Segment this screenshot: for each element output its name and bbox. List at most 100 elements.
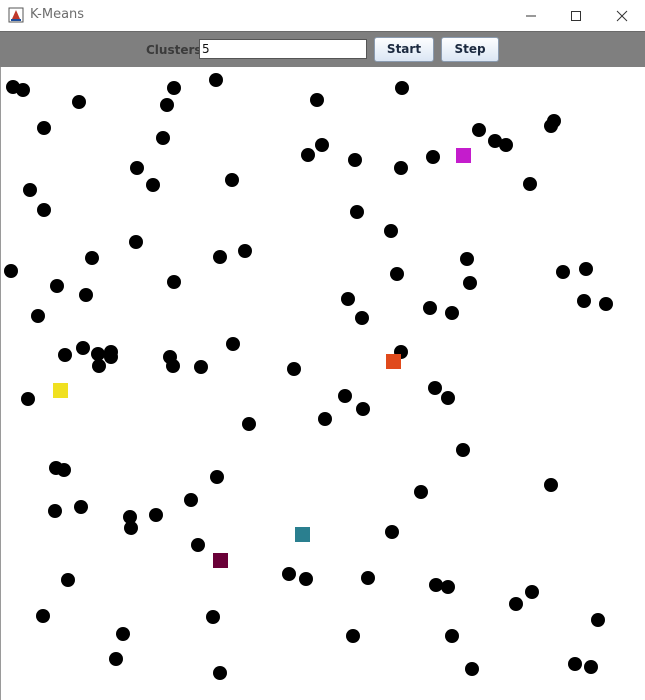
data-point [441, 580, 455, 594]
data-point [206, 610, 220, 624]
close-icon [616, 10, 628, 22]
data-point [310, 93, 324, 107]
centroid-marker [456, 148, 471, 163]
data-point [57, 463, 71, 477]
plot-canvas[interactable] [0, 67, 645, 700]
data-point [414, 485, 428, 499]
data-point [287, 362, 301, 376]
data-point [21, 392, 35, 406]
data-point [384, 224, 398, 238]
data-point [445, 306, 459, 320]
data-point [72, 95, 86, 109]
data-point [547, 114, 561, 128]
data-point [460, 252, 474, 266]
data-point [36, 609, 50, 623]
data-point [463, 276, 477, 290]
data-point [149, 508, 163, 522]
data-point [556, 265, 570, 279]
data-point [209, 73, 223, 87]
data-point [350, 205, 364, 219]
data-point [160, 98, 174, 112]
data-point [184, 493, 198, 507]
data-point [568, 657, 582, 671]
centroid-marker [213, 553, 228, 568]
data-point [130, 161, 144, 175]
data-point [85, 251, 99, 265]
data-point [577, 294, 591, 308]
data-point [91, 347, 105, 361]
step-button[interactable]: Step [441, 37, 499, 62]
data-point [346, 629, 360, 643]
data-point [338, 389, 352, 403]
title-bar: K-Means [0, 0, 645, 31]
data-point [124, 521, 138, 535]
toolbar: Clusters Start Step [0, 31, 645, 67]
data-point [465, 662, 479, 676]
data-point [428, 381, 442, 395]
data-point [356, 402, 370, 416]
data-point [242, 417, 256, 431]
maximize-icon [571, 11, 581, 21]
data-point [579, 262, 593, 276]
data-point [213, 250, 227, 264]
data-point [591, 613, 605, 627]
data-point [146, 178, 160, 192]
data-point [50, 279, 64, 293]
data-point [194, 360, 208, 374]
data-point [109, 652, 123, 666]
centroid-marker [386, 354, 401, 369]
data-point [426, 150, 440, 164]
data-point [61, 573, 75, 587]
data-point [315, 138, 329, 152]
java-app-icon [8, 7, 24, 23]
data-point [423, 301, 437, 315]
data-point [472, 123, 486, 137]
data-point [301, 148, 315, 162]
data-point [348, 153, 362, 167]
data-point [361, 571, 375, 585]
clusters-label: Clusters [146, 43, 202, 57]
maximize-button[interactable] [553, 0, 599, 31]
data-point [23, 183, 37, 197]
data-point [79, 288, 93, 302]
data-point [48, 504, 62, 518]
data-point [385, 525, 399, 539]
data-point [167, 81, 181, 95]
data-point [37, 121, 51, 135]
data-point [299, 572, 313, 586]
data-point [341, 292, 355, 306]
data-point [116, 627, 130, 641]
data-point [92, 359, 106, 373]
clusters-input[interactable] [199, 39, 367, 59]
data-point [37, 203, 51, 217]
data-point [523, 177, 537, 191]
data-point [104, 350, 118, 364]
data-point [544, 478, 558, 492]
data-point [509, 597, 523, 611]
data-point [74, 500, 88, 514]
data-point [4, 264, 18, 278]
data-point [456, 443, 470, 457]
data-point [166, 359, 180, 373]
data-point [213, 666, 227, 680]
data-point [16, 83, 30, 97]
close-button[interactable] [599, 0, 645, 31]
data-point [238, 244, 252, 258]
data-point [355, 311, 369, 325]
data-point [76, 341, 90, 355]
data-point [441, 391, 455, 405]
minimize-button[interactable] [508, 0, 554, 31]
data-point [429, 578, 443, 592]
data-point [225, 173, 239, 187]
start-button[interactable]: Start [374, 37, 434, 62]
data-point [394, 161, 408, 175]
data-point [210, 470, 224, 484]
data-point [390, 267, 404, 281]
data-point [129, 235, 143, 249]
data-point [226, 337, 240, 351]
centroid-marker [295, 527, 310, 542]
data-point [156, 131, 170, 145]
data-point [525, 585, 539, 599]
centroid-marker [53, 383, 68, 398]
data-point [31, 309, 45, 323]
